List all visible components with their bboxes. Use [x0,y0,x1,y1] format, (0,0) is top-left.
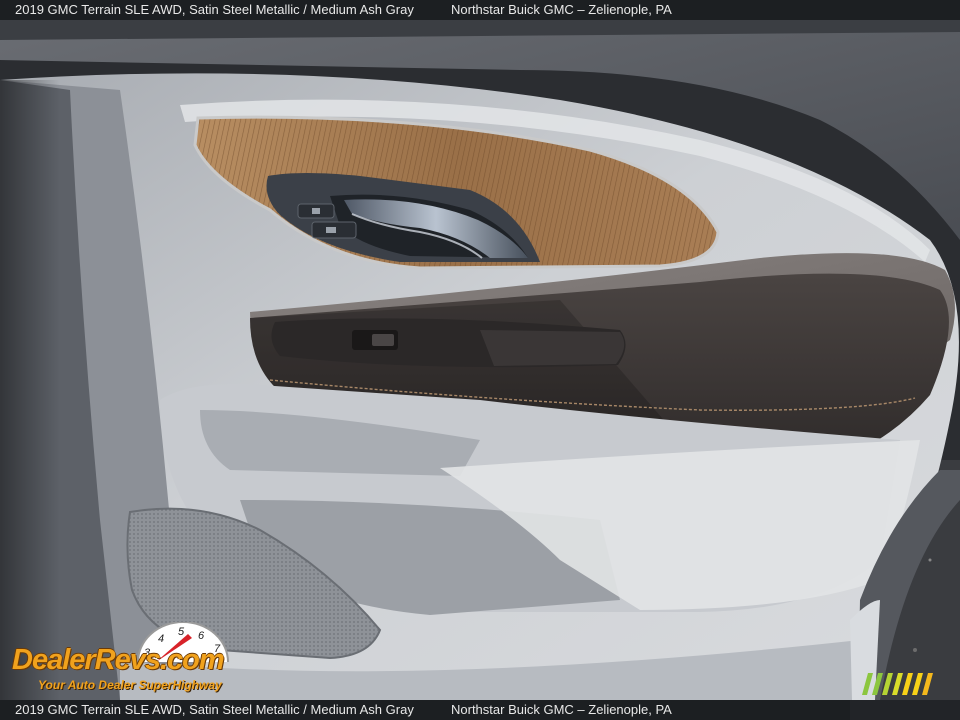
logo-tagline: Your Auto Dealer SuperHighway [38,678,222,692]
dealer-caption-bottom: Northstar Buick GMC – Zelienople, PA [451,702,672,717]
top-caption-bar: 2019 GMC Terrain SLE AWD, Satin Steel Me… [0,0,960,20]
dealerrevs-logo: 3 4 5 6 7 DealerRevs.com Your Auto Deale… [10,622,272,696]
svg-text:5: 5 [178,626,185,638]
svg-text:6: 6 [198,630,205,642]
dealer-caption: Northstar Buick GMC – Zelienople, PA [451,2,672,17]
vehicle-caption-bottom: 2019 GMC Terrain SLE AWD, Satin Steel Me… [15,702,414,717]
door-interior-photo [0,0,960,720]
dealer-stripes-logo-icon [862,673,933,695]
logo-wordmark: DealerRevs.com [12,644,225,676]
photo-stage: 2019 GMC Terrain SLE AWD, Satin Steel Me… [0,0,960,720]
vehicle-caption: 2019 GMC Terrain SLE AWD, Satin Steel Me… [15,2,414,17]
bottom-caption-bar: 2019 GMC Terrain SLE AWD, Satin Steel Me… [0,700,960,720]
